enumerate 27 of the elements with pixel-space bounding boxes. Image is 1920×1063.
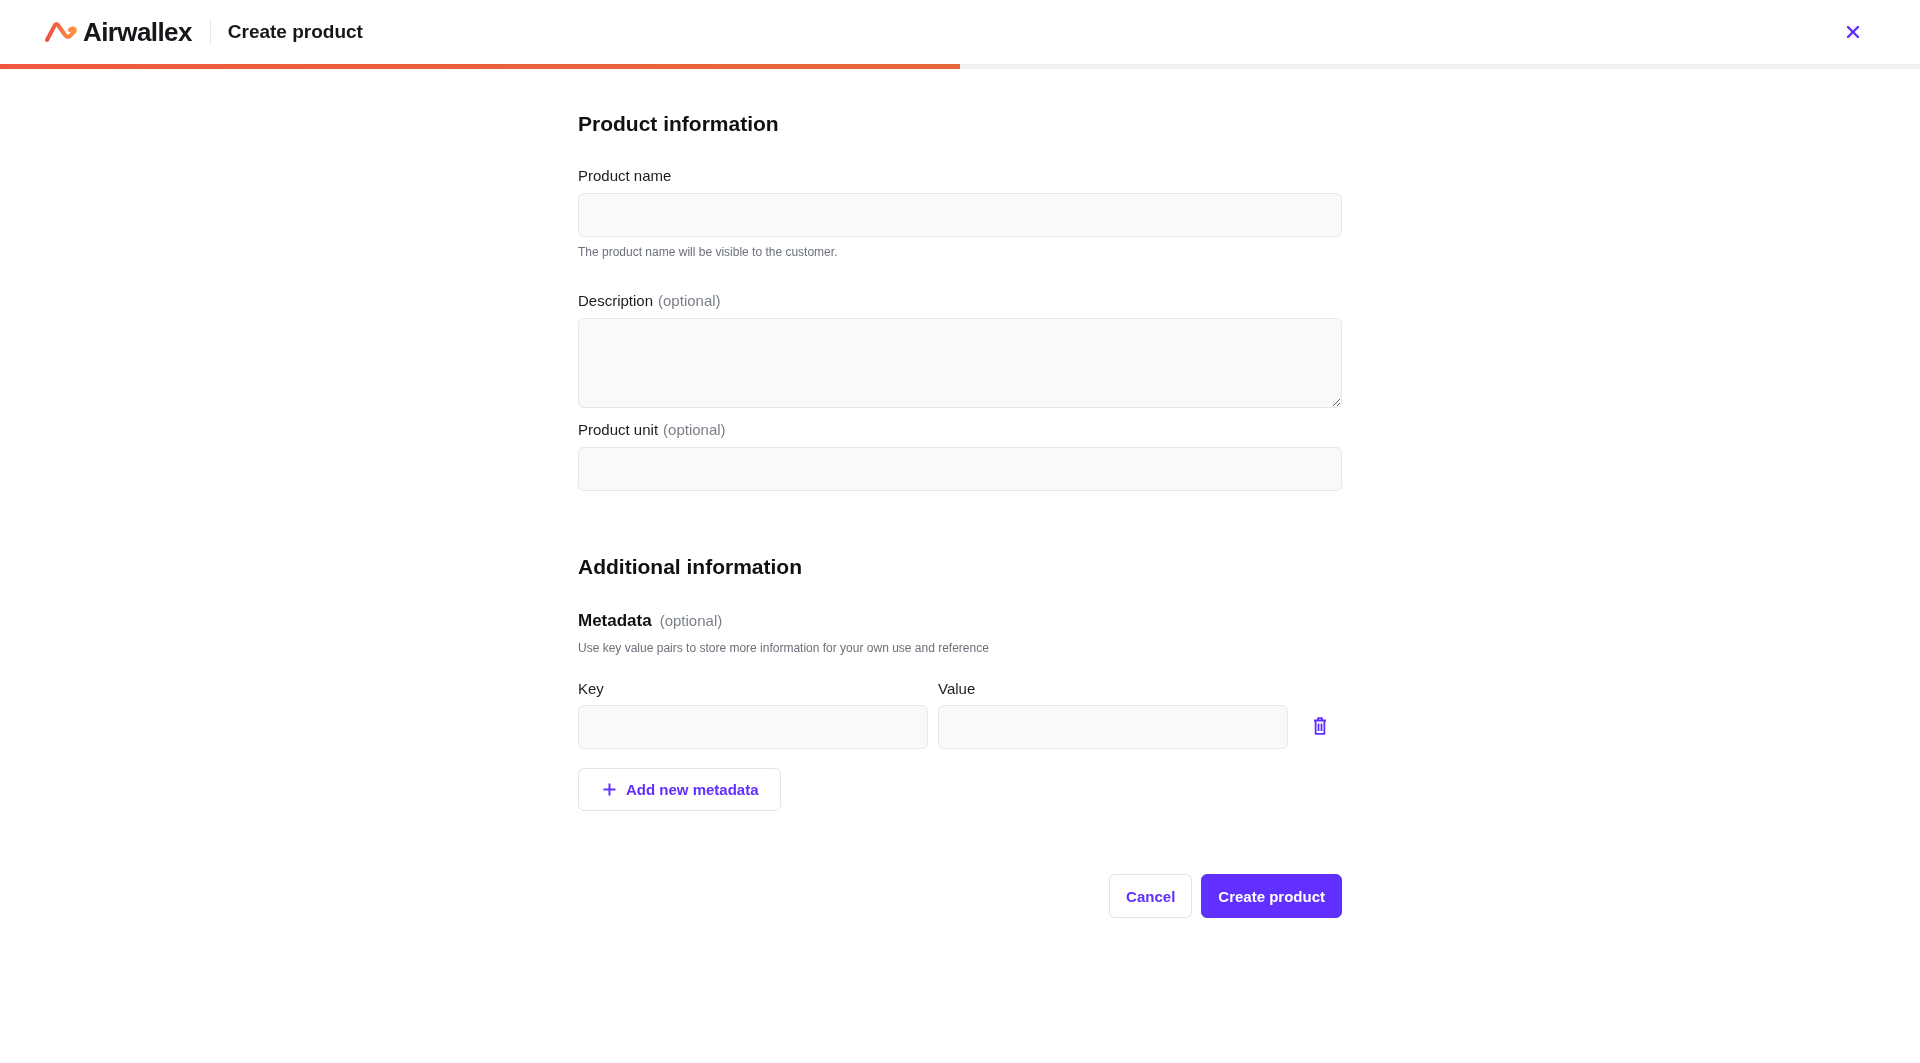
- input-field[interactable]: [578, 193, 1342, 237]
- field-label: Value: [938, 679, 977, 699]
- field-label: Product unit: [578, 420, 659, 440]
- metadata-title: Metadata: [578, 610, 652, 632]
- optional-note: (optional): [658, 291, 721, 311]
- help-text: Use key value pairs to store more information for your own use and reference: [578, 640, 990, 656]
- section-heading: Product information: [578, 111, 780, 137]
- logo-wordmark: Airwallex: [83, 17, 192, 47]
- textarea-field[interactable]: [578, 318, 1342, 408]
- help-text: The product name will be visible to the customer.: [578, 244, 839, 260]
- close-icon[interactable]: [1847, 26, 1859, 38]
- create-button[interactable]: Create product: [1201, 874, 1342, 918]
- optional-note: (optional): [659, 611, 723, 631]
- add-metadata-button[interactable]: Add new metadata: [578, 768, 781, 811]
- logo-icon: [44, 20, 78, 44]
- field-label: Description: [578, 291, 654, 311]
- plus-icon: [603, 783, 616, 796]
- optional-note: (optional): [663, 420, 726, 440]
- field-label: Product name: [578, 166, 672, 186]
- key-input[interactable]: [578, 705, 928, 749]
- trash-icon[interactable]: [1313, 717, 1327, 735]
- field-label: Key: [578, 679, 605, 699]
- section-heading: Additional information: [578, 554, 803, 580]
- value-input[interactable]: [938, 705, 1288, 749]
- cancel-button[interactable]: Cancel: [1109, 874, 1193, 918]
- input-field[interactable]: [578, 447, 1342, 491]
- page-title: Create product: [227, 20, 363, 44]
